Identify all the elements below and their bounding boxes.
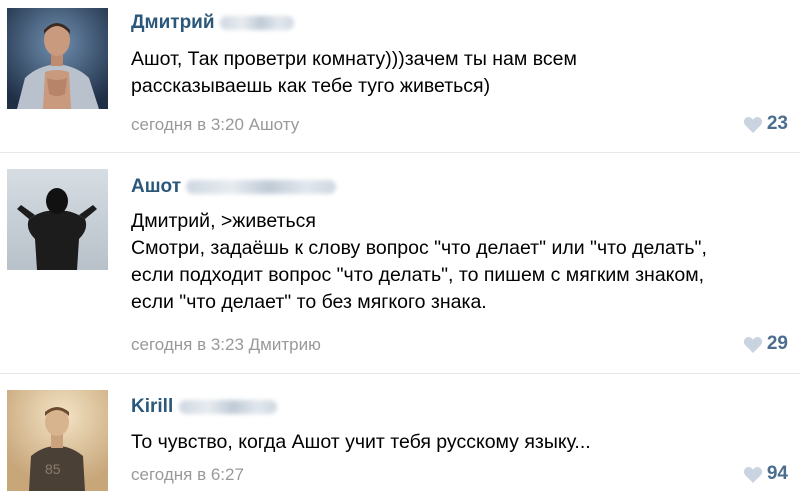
blurred-surname bbox=[178, 399, 277, 414]
comment-text-line: То чувство, когда Ашот учит тебя русском… bbox=[131, 431, 591, 453]
comment-meta[interactable]: сегодня в 3:20 Ашоту bbox=[131, 115, 299, 135]
avatar[interactable] bbox=[7, 169, 108, 270]
comment-meta[interactable]: сегодня в 3:23 Дмитрию bbox=[131, 335, 321, 355]
like-button[interactable]: 94 bbox=[743, 463, 788, 485]
avatar[interactable]: 85 bbox=[7, 390, 108, 491]
avatar-image: 85 bbox=[7, 390, 108, 491]
blurred-surname bbox=[186, 179, 337, 194]
comment-text-line: рассказываешь как тебе туго живеться) bbox=[131, 75, 491, 97]
like-button[interactable]: 29 bbox=[743, 333, 788, 355]
comment-author[interactable]: Ашот bbox=[131, 176, 337, 198]
comment-meta[interactable]: сегодня в 6:27 bbox=[131, 465, 244, 485]
blurred-surname bbox=[219, 15, 294, 30]
comment-text: Дмитрий, >живеться Смотри, задаёшь к сло… bbox=[131, 208, 791, 316]
author-name[interactable]: Kirill bbox=[131, 396, 173, 417]
heart-icon bbox=[743, 336, 763, 353]
comment-text-line: Дмитрий, >живеться bbox=[131, 210, 316, 232]
comment-author[interactable]: Дмитрий bbox=[131, 12, 294, 34]
svg-text:85: 85 bbox=[45, 461, 61, 477]
comment-text-line: если подходит вопрос "что делать", то пи… bbox=[131, 264, 705, 286]
comment-author[interactable]: Kirill bbox=[131, 396, 277, 418]
like-button[interactable]: 23 bbox=[743, 113, 788, 135]
comment-item: 85 Kirill То чувство, когда Ашот учит те… bbox=[0, 374, 800, 502]
comment-item: Дмитрий Ашот, Так проветри комнату)))зач… bbox=[0, 0, 800, 150]
comment-text: То чувство, когда Ашот учит тебя русском… bbox=[131, 429, 791, 456]
comment-text-line: Ашот, Так проветри комнату)))зачем ты на… bbox=[131, 48, 577, 70]
comment-text-line: если "что делает" то без мягкого знака. bbox=[131, 291, 487, 313]
heart-icon bbox=[743, 116, 763, 133]
author-name[interactable]: Дмитрий bbox=[131, 12, 215, 33]
like-count: 94 bbox=[766, 463, 788, 484]
comment-item: Ашот Дмитрий, >живеться Смотри, задаёшь … bbox=[0, 153, 800, 373]
heart-icon bbox=[743, 466, 763, 483]
avatar-image bbox=[7, 169, 108, 270]
avatar-image bbox=[7, 8, 108, 109]
like-count: 23 bbox=[766, 113, 788, 134]
like-count: 29 bbox=[766, 333, 788, 354]
comment-text-line: Смотри, задаёшь к слову вопрос "что дела… bbox=[131, 237, 707, 259]
comment-text: Ашот, Так проветри комнату)))зачем ты на… bbox=[131, 46, 791, 100]
author-name[interactable]: Ашот bbox=[131, 176, 181, 197]
avatar[interactable] bbox=[7, 8, 108, 109]
